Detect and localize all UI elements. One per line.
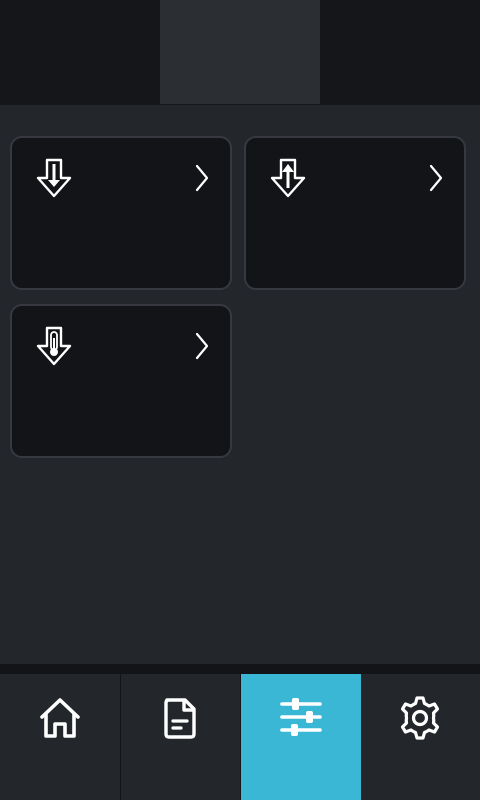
thermometer-icon — [36, 326, 72, 366]
inlet-arrow-down-icon — [36, 158, 72, 198]
chevron-right-icon — [195, 164, 209, 192]
sliders-icon — [279, 698, 322, 736]
nav-sliders[interactable] — [241, 674, 361, 800]
nav-home[interactable] — [0, 674, 121, 800]
gear-icon — [401, 696, 440, 740]
bottom-nav — [0, 674, 480, 800]
temperature-card[interactable] — [10, 304, 232, 458]
outlet-card[interactable] — [244, 136, 466, 290]
document-icon — [164, 698, 196, 739]
home-icon — [39, 698, 80, 738]
outlet-arrow-up-icon — [270, 158, 306, 198]
top-tab-1[interactable] — [0, 0, 160, 104]
top-tab-bar — [0, 0, 480, 105]
chevron-right-icon — [429, 164, 443, 192]
nav-document[interactable] — [121, 674, 241, 800]
chevron-right-icon — [195, 332, 209, 360]
screen — [0, 0, 480, 800]
top-tab-2[interactable] — [160, 0, 320, 104]
inlet-card[interactable] — [10, 136, 232, 290]
nav-settings[interactable] — [361, 674, 480, 800]
nav-divider — [0, 664, 480, 674]
top-tab-3[interactable] — [320, 0, 480, 104]
